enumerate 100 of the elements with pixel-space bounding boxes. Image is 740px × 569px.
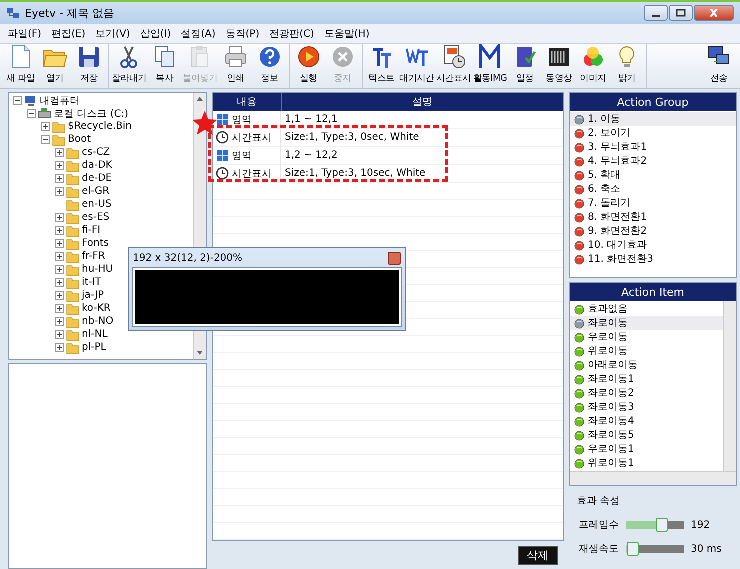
menu-item[interactable]: 동작(P) bbox=[222, 26, 264, 42]
expand-toggle[interactable] bbox=[55, 304, 64, 313]
menu-item[interactable]: 도움말(H) bbox=[320, 26, 374, 42]
toolbar-button[interactable]: 텍스트 bbox=[364, 44, 399, 88]
expand-toggle[interactable] bbox=[55, 265, 64, 274]
horizontal-scrollbar[interactable] bbox=[570, 471, 736, 485]
list-item[interactable]: 3. 무늬효과1 bbox=[570, 140, 736, 154]
list-item[interactable]: 11. 화면전환3 bbox=[570, 252, 736, 266]
toolbar-button[interactable]: 인쇄 bbox=[218, 44, 253, 88]
list-item[interactable]: 아래로이동 bbox=[570, 358, 723, 372]
toolbar-button[interactable]: 저장 bbox=[72, 44, 106, 88]
slider-thumb[interactable] bbox=[626, 542, 639, 556]
list-item[interactable]: 효과없음 bbox=[570, 302, 723, 316]
expand-toggle[interactable] bbox=[55, 291, 64, 300]
list-item[interactable]: 9. 화면전환2 bbox=[570, 224, 736, 238]
list-item[interactable]: 위로이동 bbox=[570, 344, 723, 358]
tree-item[interactable]: nb-NO bbox=[82, 316, 114, 327]
list-item[interactable]: 6. 축소 bbox=[570, 182, 736, 196]
list-item[interactable]: 좌로이동1 bbox=[570, 372, 723, 386]
menu-item[interactable]: 보기(V) bbox=[92, 26, 134, 42]
tree-item[interactable]: fi-FI bbox=[82, 225, 101, 236]
list-item[interactable]: 좌로이동2 bbox=[570, 386, 723, 400]
menu-item[interactable]: 설정(A) bbox=[177, 26, 220, 42]
tree-item[interactable]: pl-PL bbox=[82, 342, 106, 353]
list-item[interactable]: 위로이동1 bbox=[570, 456, 723, 470]
expand-toggle[interactable] bbox=[55, 239, 64, 248]
toolbar-button[interactable]: 대기시간 bbox=[398, 44, 436, 88]
expand-toggle[interactable] bbox=[55, 278, 64, 287]
tree-item[interactable]: it-IT bbox=[82, 277, 102, 288]
slider-track[interactable] bbox=[626, 545, 684, 553]
tree-item[interactable]: el-GR bbox=[82, 186, 110, 197]
tree-item[interactable]: 내컴퓨터 bbox=[40, 94, 80, 108]
list-item[interactable]: 8. 화면전환1 bbox=[570, 210, 736, 224]
scrollbar[interactable] bbox=[723, 301, 736, 471]
list-item[interactable]: 우로이동 bbox=[570, 330, 723, 344]
toolbar-button[interactable]: 복사 bbox=[148, 44, 182, 88]
menu-item[interactable]: 편집(E) bbox=[48, 26, 90, 42]
toolbar-button[interactable]: 새 파일 bbox=[4, 44, 38, 88]
expand-toggle[interactable] bbox=[55, 213, 64, 222]
toolbar-button[interactable]: 시간표시 bbox=[435, 44, 472, 88]
toolbar-button[interactable]: 밝기 bbox=[610, 44, 644, 88]
toolbar-button[interactable]: 일정 bbox=[508, 44, 542, 88]
tree-item[interactable]: fr-FR bbox=[82, 251, 106, 262]
tree-item[interactable]: cs-CZ bbox=[82, 147, 110, 158]
tree-item[interactable]: de-DE bbox=[82, 173, 112, 184]
expand-toggle[interactable] bbox=[55, 343, 64, 352]
list-item[interactable]: 5. 확대 bbox=[570, 168, 736, 182]
expand-toggle[interactable] bbox=[55, 226, 64, 235]
expand-toggle[interactable] bbox=[55, 161, 64, 170]
tree-item[interactable]: ja-JP bbox=[82, 290, 104, 301]
tree-item[interactable]: 로컬 디스크 (C:) bbox=[54, 106, 129, 120]
list-item[interactable]: 좌로이동 bbox=[570, 316, 723, 330]
toolbar-button[interactable]: 잘라내기 bbox=[111, 44, 148, 88]
expand-toggle[interactable] bbox=[55, 187, 64, 196]
tree-item[interactable]: da-DK bbox=[82, 160, 112, 171]
toolbar-button[interactable]: 열기 bbox=[38, 44, 72, 88]
list-item[interactable]: 우로이동1 bbox=[570, 442, 723, 456]
tree-item[interactable]: hu-HU bbox=[82, 264, 114, 275]
tree-item[interactable]: $Recycle.Bin bbox=[68, 121, 132, 132]
slider-thumb[interactable] bbox=[656, 518, 668, 532]
list-item[interactable]: 4. 무늬효과2 bbox=[570, 154, 736, 168]
close-button[interactable] bbox=[694, 5, 734, 21]
list-item[interactable]: 좌로이동3 bbox=[570, 400, 723, 414]
menu-item[interactable]: 파일(F) bbox=[4, 26, 46, 42]
menu-item[interactable]: 삽입(I) bbox=[136, 26, 176, 42]
column-header[interactable]: 설명 bbox=[282, 93, 563, 111]
toolbar-button[interactable]: 활동IMG bbox=[472, 44, 508, 88]
expand-toggle[interactable] bbox=[55, 330, 64, 339]
toolbar-button[interactable]: 정보 bbox=[252, 44, 287, 88]
collapse-toggle[interactable] bbox=[41, 135, 50, 144]
expand-toggle[interactable] bbox=[41, 122, 50, 131]
toolbar-button[interactable]: 동영상 bbox=[542, 44, 576, 88]
list-item[interactable]: 좌로이동5 bbox=[570, 428, 723, 442]
list-item[interactable]: 2. 보이기 bbox=[570, 126, 736, 140]
tree-item[interactable]: Fonts bbox=[82, 238, 109, 249]
tree-item[interactable]: Boot bbox=[68, 134, 92, 145]
collapse-toggle[interactable] bbox=[13, 96, 22, 105]
list-item[interactable]: 10. 대기효과 bbox=[570, 238, 736, 252]
list-item[interactable]: 좌로이동4 bbox=[570, 414, 723, 428]
column-header[interactable]: 내용 bbox=[213, 93, 282, 111]
tree-item[interactable]: en-US bbox=[82, 199, 112, 210]
toolbar-button[interactable]: 이미지 bbox=[576, 44, 610, 88]
close-button[interactable] bbox=[388, 252, 401, 264]
expand-toggle[interactable] bbox=[55, 174, 64, 183]
maximize-button[interactable] bbox=[669, 5, 693, 21]
list-item[interactable]: 7. 돌리기 bbox=[570, 196, 736, 210]
expand-toggle[interactable] bbox=[55, 148, 64, 157]
minimize-button[interactable] bbox=[644, 5, 668, 21]
tree-item[interactable]: ko-KR bbox=[82, 303, 111, 314]
expand-toggle[interactable] bbox=[55, 252, 64, 261]
toolbar-button[interactable]: 전송 bbox=[702, 44, 736, 88]
delete-button[interactable]: 삭제 bbox=[518, 546, 558, 564]
tree-item[interactable]: nl-NL bbox=[82, 329, 108, 340]
menu-item[interactable]: 전광판(C) bbox=[266, 26, 318, 42]
collapse-toggle[interactable] bbox=[27, 109, 36, 118]
expand-toggle[interactable] bbox=[55, 317, 64, 326]
tree-item[interactable]: es-ES bbox=[82, 212, 110, 223]
slider-track[interactable] bbox=[626, 521, 684, 529]
toolbar-button[interactable]: 실행 bbox=[292, 44, 326, 88]
list-item[interactable]: 1. 이동 bbox=[570, 112, 736, 126]
